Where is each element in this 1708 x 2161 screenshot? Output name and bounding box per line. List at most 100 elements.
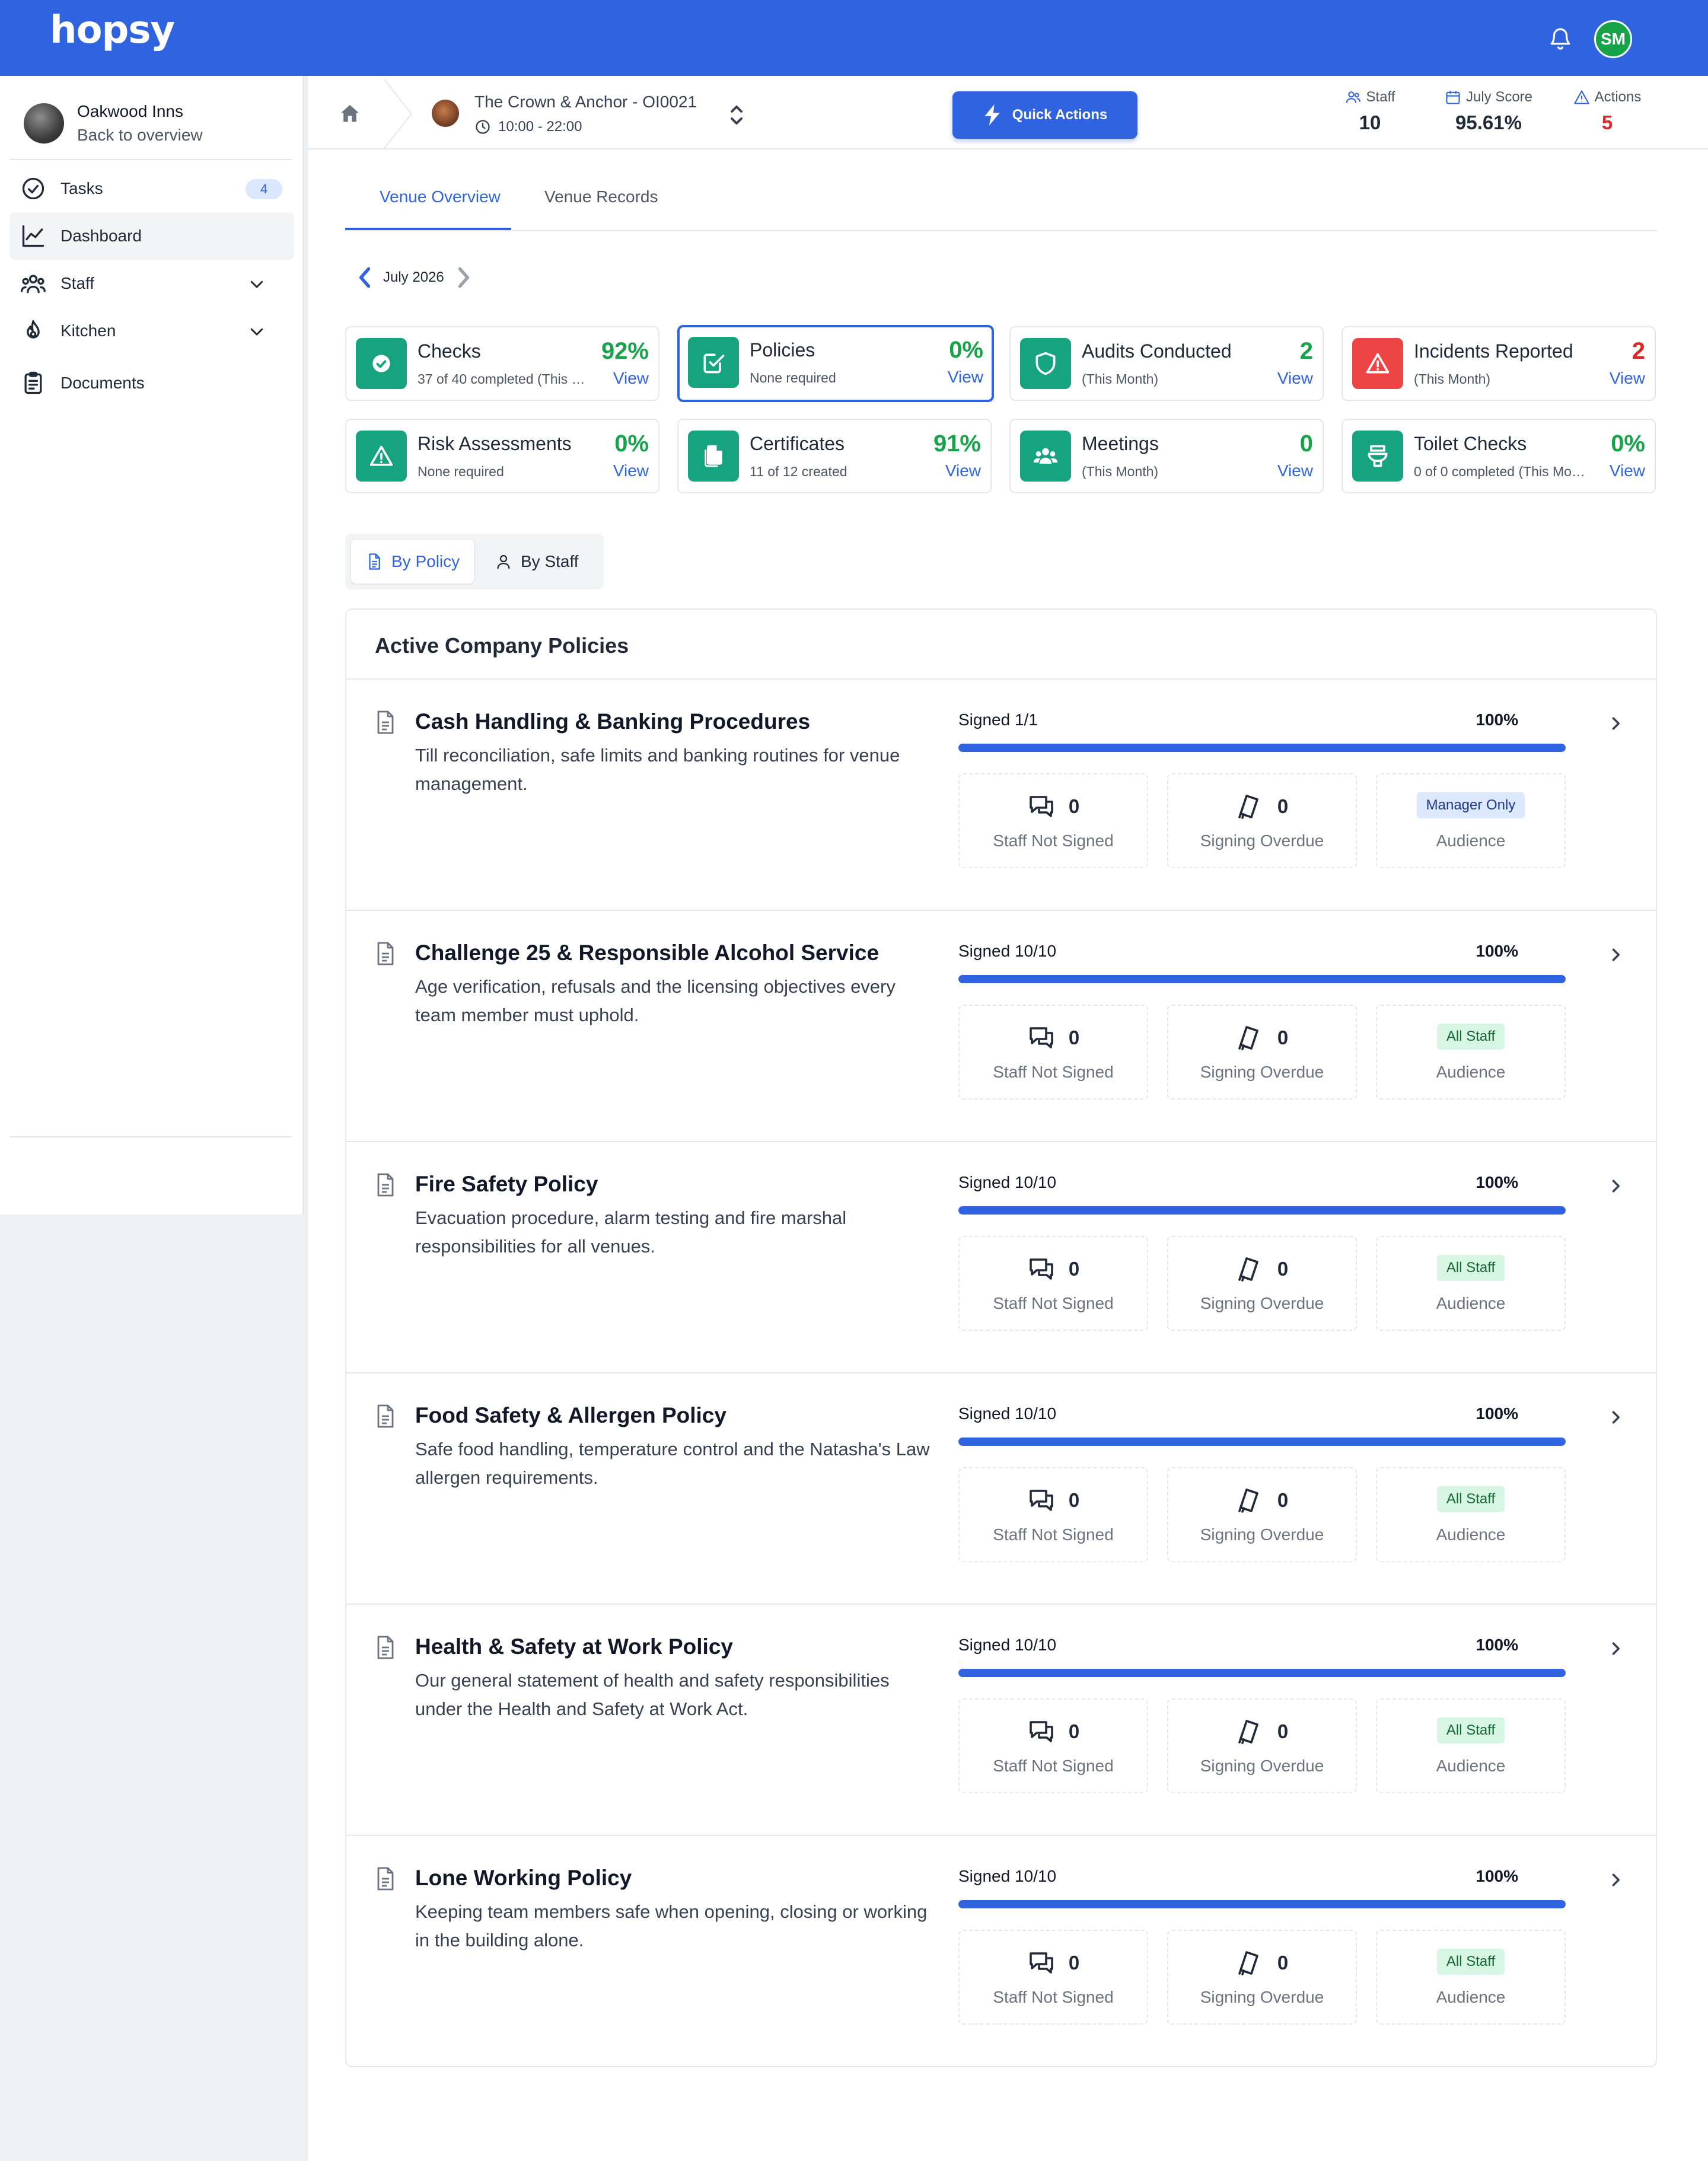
quick-actions-label: Quick Actions [1012, 107, 1108, 123]
staff-not-signed-caption: Staff Not Signed [993, 1063, 1114, 1081]
meetings-card[interactable]: Meetings (This Month) 0 View [1009, 419, 1324, 493]
incidents-card[interactable]: Incidents Reported (This Month) 2 View [1341, 326, 1656, 401]
sidebar-item-staff[interactable]: Staff [9, 260, 294, 307]
policy-description: Evacuation procedure, alarm testing and … [415, 1207, 847, 1257]
policy-row[interactable]: Fire Safety Policy Evacuation procedure,… [346, 1142, 1656, 1373]
audience-box: All Staff Audience [1376, 1698, 1566, 1793]
policy-title: Challenge 25 & Responsible Alcohol Servi… [415, 941, 880, 965]
home-icon[interactable] [338, 102, 362, 126]
sidebar-item-tasks[interactable]: Tasks 4 [9, 165, 294, 212]
card-view-link[interactable]: View [945, 461, 981, 480]
by-policy-toggle[interactable]: By Policy [351, 540, 474, 584]
certificates-card[interactable]: Certificates 11 of 12 created 91% View [677, 419, 992, 493]
active-tab-indicator [345, 228, 511, 230]
chevron-right-icon[interactable] [1608, 1872, 1623, 1888]
policy-row[interactable]: Food Safety & Allergen Policy Safe food … [346, 1373, 1656, 1605]
july-score-label: July Score [1465, 89, 1533, 105]
policy-signed-count: Signed 10/10 [958, 1867, 1057, 1885]
signing-overdue-count: 0 [1277, 1952, 1289, 1974]
card-icon [688, 431, 739, 482]
policy-row[interactable]: Lone Working Policy Keeping team members… [346, 1836, 1656, 2054]
users-icon [1346, 91, 1360, 103]
policy-row[interactable]: Challenge 25 & Responsible Alcohol Servi… [346, 911, 1656, 1142]
card-view-link[interactable]: View [613, 369, 649, 388]
venue-switch-icon[interactable] [728, 102, 745, 128]
signing-overdue-count: 0 [1277, 1720, 1289, 1742]
policy-signed-percent: 100% [1476, 1867, 1518, 1885]
card-view-link[interactable]: View [1277, 461, 1313, 480]
user-avatar[interactable]: SM [1594, 20, 1632, 58]
sidebar-item-kitchen[interactable]: Kitchen [9, 307, 294, 355]
chevron-down-icon[interactable] [248, 323, 266, 340]
signing-overdue-caption: Signing Overdue [1200, 1988, 1324, 2006]
card-icon [688, 337, 739, 388]
staff-not-signed-box: 0 Staff Not Signed [958, 1930, 1148, 2025]
audits-card[interactable]: Audits Conducted (This Month) 2 View [1009, 326, 1324, 401]
chevron-right-icon[interactable] [1608, 1640, 1623, 1657]
chevron-down-icon[interactable] [248, 275, 266, 293]
card-view-link[interactable]: View [948, 368, 983, 387]
policy-progress-bar [958, 1206, 1566, 1215]
card-view-link[interactable]: View [1610, 461, 1645, 480]
signing-overdue-box: 0 Signing Overdue [1167, 1005, 1357, 1099]
card-title: Policies [750, 339, 815, 361]
staff-not-signed-count: 0 [1068, 1258, 1080, 1280]
sidebar-item-label: Documents [60, 374, 145, 392]
chevron-right-icon[interactable] [1608, 1178, 1623, 1194]
signing-overdue-count: 0 [1277, 795, 1289, 817]
staff-not-signed-box: 0 Staff Not Signed [958, 1236, 1148, 1331]
chevron-right-icon[interactable] [1608, 715, 1623, 732]
chevron-right-icon[interactable] [1608, 946, 1623, 963]
risk-assessments-card[interactable]: Risk Assessments None required 0% View [345, 419, 659, 493]
checks-card[interactable]: Checks 37 of 40 completed (This Month) 9… [345, 326, 659, 401]
document-icon [377, 1867, 394, 1891]
july-score-stat[interactable]: July Score 95.61% [1423, 89, 1554, 134]
app-logo[interactable]: hopsy [50, 8, 175, 52]
chevron-right-icon[interactable] [454, 264, 473, 291]
signing-overdue-count: 0 [1277, 1027, 1289, 1048]
sidebar-item-documents[interactable]: Documents [9, 359, 294, 407]
chevron-right-icon[interactable] [1608, 1409, 1623, 1426]
card-view-link[interactable]: View [613, 461, 649, 480]
toilet-checks-card[interactable]: Toilet Checks 0 of 0 completed (This Mon… [1341, 419, 1656, 493]
bell-icon[interactable] [1548, 25, 1573, 52]
card-icon [1020, 338, 1071, 389]
policy-description: Age verification, refusals and the licen… [415, 976, 896, 1025]
sidebar-item-dashboard[interactable]: Dashboard [9, 212, 294, 260]
venue-name[interactable]: The Crown & Anchor - OI0021 [474, 93, 697, 111]
card-view-link[interactable]: View [1277, 369, 1313, 388]
staff-not-signed-box: 0 Staff Not Signed [958, 1698, 1148, 1793]
card-title: Meetings [1082, 433, 1159, 454]
by-staff-toggle[interactable]: By Staff [480, 540, 593, 584]
policy-progress-bar [958, 1669, 1566, 1677]
policy-progress-fill [958, 1438, 1566, 1446]
policy-title: Food Safety & Allergen Policy [415, 1403, 726, 1427]
card-value: 2 [1631, 338, 1645, 364]
back-to-overview-link[interactable]: Back to overview [77, 126, 203, 145]
quick-actions-button[interactable]: Quick Actions [952, 91, 1137, 139]
audience-caption: Audience [1436, 1988, 1506, 2006]
signing-overdue-caption: Signing Overdue [1200, 1525, 1324, 1544]
policies-card[interactable]: Policies None required 0% View [677, 325, 994, 402]
policy-row[interactable]: Health & Safety at Work Policy Our gener… [346, 1605, 1656, 1836]
tab-venue-records[interactable]: Venue Records [544, 187, 658, 206]
audience-box: Manager Only Audience [1376, 773, 1566, 868]
signing-overdue-box: 0 Signing Overdue [1167, 1698, 1357, 1793]
staff-stat[interactable]: Staff 10 [1317, 89, 1423, 134]
by-policy-label: By Policy [391, 552, 460, 570]
actions-stat[interactable]: Actions 5 [1554, 89, 1661, 134]
tab-venue-overview[interactable]: Venue Overview [380, 187, 501, 206]
chevron-left-icon[interactable] [356, 264, 375, 291]
org-switcher[interactable]: Oakwood Inns Back to overview [24, 100, 203, 147]
actions-stat-value: 5 [1601, 111, 1613, 133]
policy-description: Our general statement of health and safe… [415, 1670, 890, 1719]
card-value: 0% [614, 431, 649, 457]
actions-stat-label: Actions [1594, 89, 1642, 105]
audience-pill: All Staff [1436, 1024, 1505, 1050]
tabs-divider [345, 230, 1657, 231]
venue-avatar [432, 100, 459, 127]
policy-description: Safe food handling, temperature control … [415, 1439, 930, 1488]
policy-row[interactable]: Cash Handling & Banking Procedures Till … [346, 680, 1656, 911]
card-view-link[interactable]: View [1610, 369, 1645, 388]
sign-pen-icon [1238, 1720, 1258, 1744]
